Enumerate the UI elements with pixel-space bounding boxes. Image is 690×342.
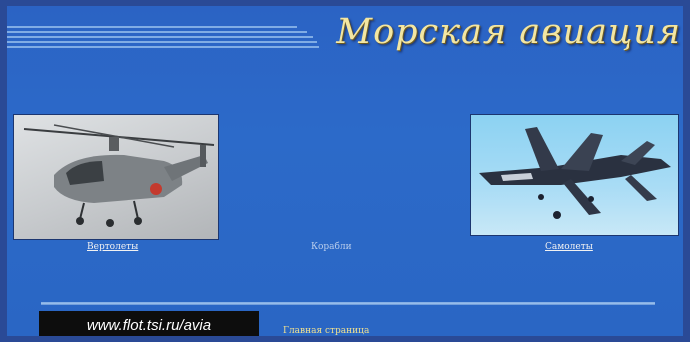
jet-photo[interactable] bbox=[470, 114, 679, 236]
divider bbox=[41, 302, 655, 305]
url-banner: www.flot.tsi.ru/avia bbox=[39, 311, 259, 336]
aircraft-link[interactable]: Самолеты bbox=[545, 242, 593, 252]
helicopter-photo[interactable] bbox=[13, 114, 219, 240]
page-frame: Морская авиация Вертолеты Корабли Самоле… bbox=[0, 0, 690, 342]
site-title: Морская авиация bbox=[336, 12, 681, 52]
url-text: www.flot.tsi.ru/avia bbox=[86, 317, 212, 334]
header: Морская авиация bbox=[7, 6, 683, 68]
helicopter-icon bbox=[23, 124, 215, 227]
home-link[interactable]: Главная страница bbox=[283, 326, 369, 336]
helicopters-link[interactable]: Вертолеты bbox=[87, 242, 138, 252]
ships-link[interactable]: Корабли bbox=[311, 242, 352, 252]
jet-icon bbox=[479, 127, 671, 219]
